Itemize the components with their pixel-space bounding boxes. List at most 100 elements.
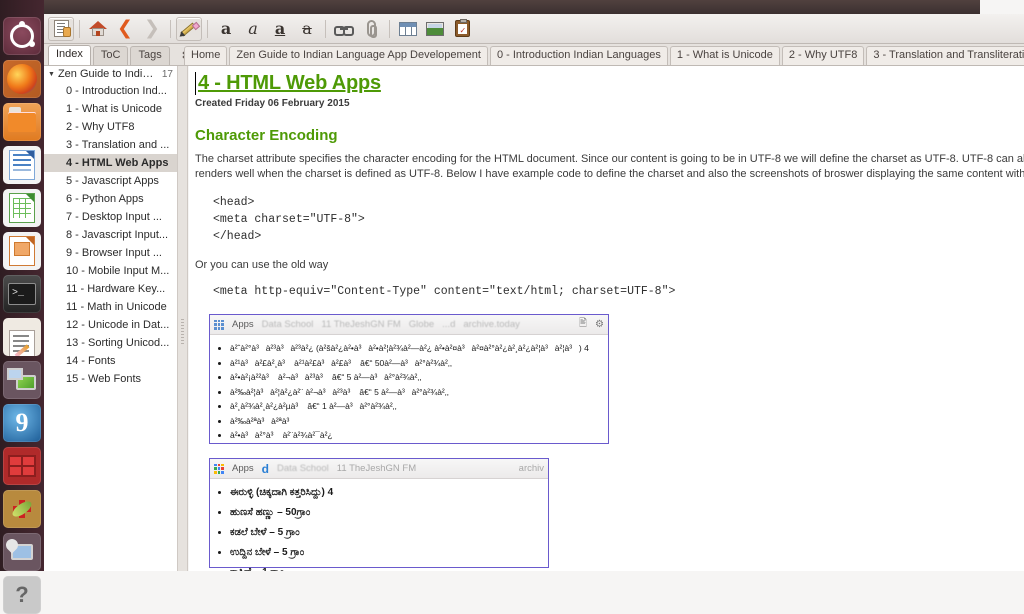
- toolbar-insert-link-button[interactable]: [331, 17, 357, 41]
- breadcrumb-item-1[interactable]: Zen Guide to Indian Language App Develop…: [229, 46, 488, 65]
- breadcrumb-home[interactable]: Home: [184, 46, 228, 65]
- code-block-head[interactable]: <head> <meta charset="UTF-8"> </head>: [195, 194, 1024, 245]
- paragraph-line-2: renders well when the charset is defined…: [195, 168, 1024, 180]
- embedded-screenshot-broken-encoding[interactable]: Apps Data School 11 TheJeshGN FM Globe .…: [209, 314, 609, 444]
- tree-item-5[interactable]: 5 - Javascript Apps: [44, 172, 177, 190]
- bookmark-item-2: Globe: [408, 319, 435, 330]
- firefox-icon: [7, 64, 37, 94]
- sidepane-tabs[interactable]: Index ToC Tags ✖: [44, 43, 191, 65]
- italic-icon: a: [248, 18, 258, 38]
- chevron-left-icon: ❮: [117, 17, 133, 39]
- embedded-screenshot-correct-encoding[interactable]: Apps d Data School 11 TheJeshGN FM archi…: [209, 458, 549, 571]
- launcher-corn-app-icon[interactable]: [3, 490, 41, 528]
- launcher-libreoffice-impress-icon[interactable]: [3, 232, 41, 270]
- toolbar-underline-button[interactable]: a: [267, 17, 293, 41]
- launcher-remote-desktop-icon[interactable]: [3, 533, 41, 571]
- list-item: à²‰à²ªà³à²ªà³: [230, 416, 608, 426]
- launcher-zim-icon[interactable]: [3, 318, 41, 356]
- zim-window: ❮ ❯ a a a a ✓ Index ToC Tags Home Zen Gu…: [44, 0, 1024, 571]
- chromium-icon: 9: [15, 408, 29, 437]
- broken-encoding-list: à²ˆà²°à³à²³à³à²³à²¿ (à²šà²¿à²•à³à²•à²…: [210, 335, 608, 440]
- breadcrumb-item-3[interactable]: 1 - What is Unicode: [669, 46, 780, 65]
- tab-toc[interactable]: ToC: [92, 46, 129, 65]
- tree-item-3[interactable]: 3 - Translation and ...: [44, 136, 177, 154]
- tab-tags[interactable]: Tags: [130, 46, 170, 65]
- index-sidebar[interactable]: ▼ Zen Guide to Indian ... 17 0 - Introdu…: [44, 66, 178, 571]
- bookmark-apps-label: Apps: [232, 319, 254, 330]
- tree-item-15[interactable]: 14 - Fonts: [44, 352, 177, 370]
- toolbar-attach-file-button[interactable]: [358, 17, 384, 41]
- launcher-chromium-icon[interactable]: 9: [3, 404, 41, 442]
- bookmark-apps-label: Apps: [232, 463, 254, 474]
- tree-item-16[interactable]: 15 - Web Fonts: [44, 370, 177, 388]
- page-icon: [53, 20, 71, 37]
- launcher-help-icon[interactable]: ?: [3, 576, 41, 614]
- toolbar-home-button[interactable]: [85, 17, 111, 41]
- toolbar-separator: [207, 19, 208, 38]
- code-block-1-text: <head> <meta charset="UTF-8"> </head>: [213, 196, 365, 243]
- launcher-displays-icon[interactable]: [3, 361, 41, 399]
- tree-item-9[interactable]: 9 - Browser Input ...: [44, 244, 177, 262]
- launcher-files-icon[interactable]: [3, 103, 41, 141]
- breadcrumb-item-4[interactable]: 2 - Why UTF8: [781, 46, 865, 65]
- launcher-libreoffice-calc-icon[interactable]: [3, 189, 41, 227]
- launcher-firefox-icon[interactable]: [3, 60, 41, 98]
- bookmark-item-0: Data School: [277, 463, 329, 474]
- tree-item-2[interactable]: 2 - Why UTF8: [44, 118, 177, 136]
- strikethrough-icon: a: [302, 18, 312, 38]
- question-mark-icon: ?: [15, 582, 29, 607]
- breadcrumb-item-2[interactable]: 0 - Introduction Indian Languages: [489, 46, 668, 65]
- toolbar-insert-image-button[interactable]: [422, 17, 448, 41]
- tree-item-13[interactable]: 12 - Unicode in Dat...: [44, 316, 177, 334]
- code-block-http-equiv[interactable]: <meta http-equiv="Content-Type" content=…: [195, 283, 1024, 300]
- bookmark-item-4: archive.today: [463, 319, 520, 330]
- page-title-text: 4 - HTML Web Apps: [195, 72, 381, 95]
- apps-grid-icon: [214, 319, 224, 330]
- launcher-red-grid-app-icon[interactable]: [3, 447, 41, 485]
- bookmark-item-0: Data School: [261, 319, 314, 330]
- unity-launcher[interactable]: >_ 9 ?: [0, 0, 44, 614]
- pane-splitter[interactable]: [178, 66, 188, 571]
- code-block-2-text: <meta http-equiv="Content-Type" content=…: [213, 285, 676, 298]
- tree-item-7[interactable]: 7 - Desktop Input ...: [44, 208, 177, 226]
- launcher-libreoffice-writer-icon[interactable]: [3, 146, 41, 184]
- pencil-icon: [177, 20, 200, 39]
- launcher-terminal-icon[interactable]: >_: [3, 275, 41, 313]
- breadcrumb-item-5[interactable]: 3 - Translation and Transliteration: [866, 46, 1024, 65]
- toolbar-new-page-button[interactable]: [48, 16, 74, 41]
- browser-bookmarks-bar: Apps Data School 11 TheJeshGN FM Globe .…: [210, 315, 608, 335]
- breadcrumb[interactable]: Home Zen Guide to Indian Language App De…: [180, 43, 1024, 65]
- tree-item-8[interactable]: 8 - Javascript Input...: [44, 226, 177, 244]
- toolbar-bold-button[interactable]: a: [213, 17, 239, 41]
- tree-item-14[interactable]: 13 - Sorting Unicod...: [44, 334, 177, 352]
- tree-item-10[interactable]: 10 - Mobile Input M...: [44, 262, 177, 280]
- tree-root-node[interactable]: ▼ Zen Guide to Indian ... 17: [44, 66, 177, 82]
- toolbar-go-back-button[interactable]: ❮: [112, 17, 138, 41]
- page-editor[interactable]: 4 - HTML Web Apps Created Friday 06 Febr…: [189, 66, 1024, 571]
- grid-icon: [8, 455, 36, 477]
- toolbar-insert-template-button[interactable]: ✓: [449, 17, 475, 41]
- list-item: à²‰à²¦à³à²¦à²¿à²¨ à²¬à³à²³à³ â€“ 5 à²…: [230, 387, 608, 397]
- terminal-icon: >_: [8, 283, 36, 305]
- toolbar-italic-button[interactable]: a: [240, 17, 266, 41]
- section-heading-character-encoding: Character Encoding: [195, 127, 338, 144]
- tree-item-11[interactable]: 11 - Hardware Key...: [44, 280, 177, 298]
- paragraph-line-1: The charset attribute specifies the char…: [195, 153, 1024, 165]
- image-icon: [426, 21, 444, 36]
- toolbar-go-forward-button[interactable]: ❯: [139, 17, 165, 41]
- toolbar-toggle-edit-button[interactable]: [176, 16, 202, 41]
- presentation-icon: [9, 236, 35, 266]
- tab-index[interactable]: Index: [48, 45, 91, 65]
- toolbar-insert-table-button[interactable]: [395, 17, 421, 41]
- tree-item-6[interactable]: 6 - Python Apps: [44, 190, 177, 208]
- tree-item-12[interactable]: 11 - Math in Unicode: [44, 298, 177, 316]
- toolbar-separator: [79, 19, 80, 38]
- launcher-ubuntu-dash-icon[interactable]: [3, 17, 41, 55]
- tree-item-0[interactable]: 0 - Introduction Ind...: [44, 82, 177, 100]
- chevron-down-icon[interactable]: ▼: [48, 71, 55, 78]
- tree-item-4-selected[interactable]: 4 - HTML Web Apps: [44, 154, 177, 172]
- bookmark-logo-icon: d: [261, 461, 269, 476]
- ubuntu-logo-icon: [10, 21, 35, 48]
- tree-item-1[interactable]: 1 - What is Unicode: [44, 100, 177, 118]
- toolbar-strikethrough-button[interactable]: a: [294, 17, 320, 41]
